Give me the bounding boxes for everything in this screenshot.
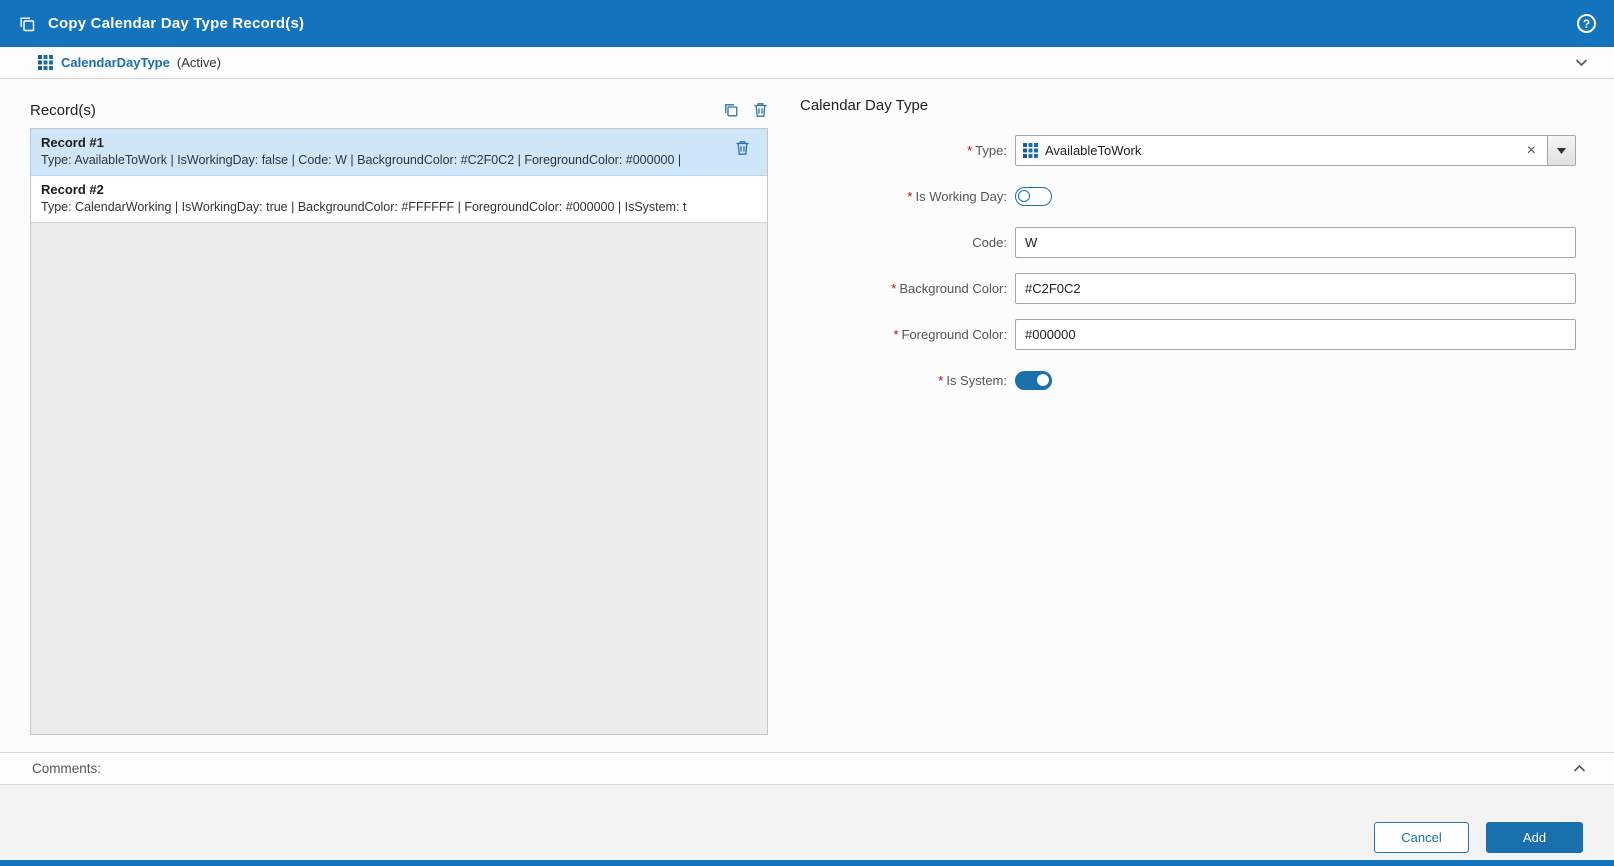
window-bottom-edge xyxy=(0,860,1614,866)
record-row[interactable]: Record #2 Type: CalendarWorking | IsWork… xyxy=(31,176,767,223)
background-color-field-row: * Background Color: xyxy=(800,273,1592,304)
required-marker: * xyxy=(891,281,897,296)
entity-name-link[interactable]: CalendarDayType xyxy=(61,55,170,70)
type-label: * Type: xyxy=(967,143,1007,158)
toggle-knob xyxy=(1037,374,1049,386)
comments-bar[interactable]: Comments: xyxy=(0,752,1614,784)
is-system-label: * Is System: xyxy=(938,373,1007,388)
foreground-color-field-row: * Foreground Color: xyxy=(800,319,1592,350)
type-value: AvailableToWork xyxy=(1045,143,1142,158)
entity-status: (Active) xyxy=(176,55,221,70)
copy-records-icon[interactable] xyxy=(723,102,739,118)
foreground-color-input[interactable] xyxy=(1015,319,1576,350)
footer-bar: Cancel Add xyxy=(0,784,1614,860)
dropdown-arrow-button[interactable] xyxy=(1547,136,1575,165)
record-name: Record #1 xyxy=(41,135,104,150)
table-icon xyxy=(1023,143,1038,158)
code-field-row: Code: xyxy=(800,227,1592,258)
is-working-day-label: * Is Working Day: xyxy=(907,189,1007,204)
record-details: Type: CalendarWorking | IsWorkingDay: tr… xyxy=(41,200,687,214)
record-details: Type: AvailableToWork | IsWorkingDay: fa… xyxy=(41,153,682,167)
entity-bar: CalendarDayType (Active) xyxy=(0,47,1614,79)
cancel-button[interactable]: Cancel xyxy=(1374,822,1469,853)
foreground-color-label: * Foreground Color: xyxy=(893,327,1007,342)
type-field-row: * Type: AvailableToWork × xyxy=(800,135,1592,166)
code-input[interactable] xyxy=(1015,227,1576,258)
records-panel-title: Record(s) xyxy=(30,101,96,119)
add-button[interactable]: Add xyxy=(1486,822,1583,853)
page-title: Copy Calendar Day Type Record(s) xyxy=(48,15,305,32)
chevron-up-icon[interactable] xyxy=(1571,760,1588,777)
copy-record-dialog: Copy Calendar Day Type Record(s) ? Calen… xyxy=(0,0,1614,866)
record-name: Record #2 xyxy=(41,182,104,197)
required-marker: * xyxy=(907,189,913,204)
clear-icon[interactable]: × xyxy=(1516,136,1547,165)
is-system-toggle[interactable] xyxy=(1015,371,1052,390)
copy-icon xyxy=(18,15,36,33)
type-combobox[interactable]: AvailableToWork × xyxy=(1015,135,1576,166)
records-list: Record #1 Type: AvailableToWork | IsWork… xyxy=(30,128,768,735)
record-row[interactable]: Record #1 Type: AvailableToWork | IsWork… xyxy=(31,129,767,176)
delete-record-icon[interactable] xyxy=(735,140,750,156)
background-color-label: * Background Color: xyxy=(891,281,1007,296)
required-marker: * xyxy=(893,327,899,342)
records-panel: Record(s) Record #1 Type: AvailableToWor… xyxy=(30,97,768,735)
code-label: Code: xyxy=(972,235,1007,250)
help-icon[interactable]: ? xyxy=(1577,14,1596,33)
is-working-day-toggle[interactable] xyxy=(1015,187,1052,206)
table-icon xyxy=(38,55,53,70)
delete-records-icon[interactable] xyxy=(753,102,768,118)
is-working-day-field-row: * Is Working Day: xyxy=(800,181,1592,212)
form-title: Calendar Day Type xyxy=(800,97,929,114)
required-marker: * xyxy=(938,373,944,388)
title-bar: Copy Calendar Day Type Record(s) ? xyxy=(0,0,1614,47)
records-header: Record(s) xyxy=(30,97,768,123)
toggle-knob xyxy=(1018,189,1030,202)
required-marker: * xyxy=(967,143,973,158)
form-panel: Calendar Day Type * Type: AvailableToWor… xyxy=(800,97,1592,411)
chevron-down-icon[interactable] xyxy=(1573,54,1590,71)
comments-label: Comments: xyxy=(32,761,102,776)
background-color-input[interactable] xyxy=(1015,273,1576,304)
is-system-field-row: * Is System: xyxy=(800,365,1592,396)
